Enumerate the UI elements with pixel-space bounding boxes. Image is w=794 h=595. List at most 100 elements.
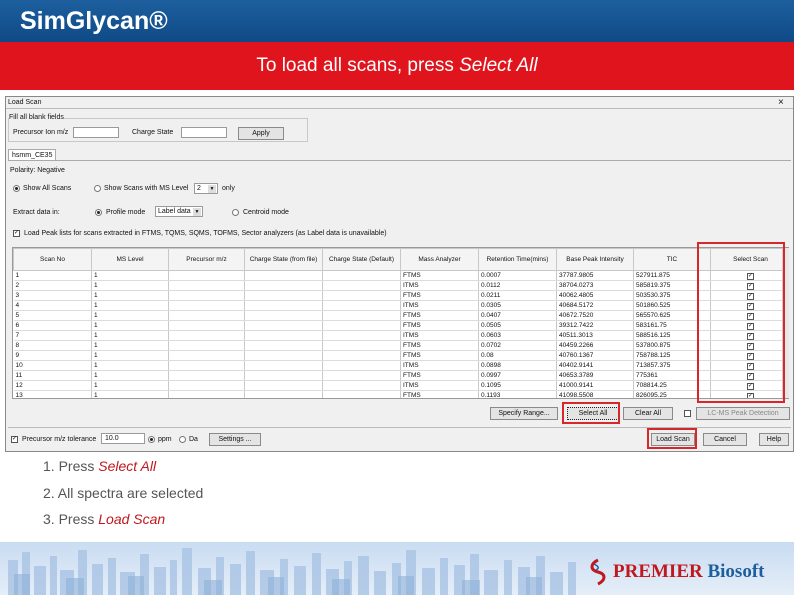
table-cell [244,320,323,331]
table-cell: 3 [13,290,92,301]
precursor-input[interactable] [73,127,119,138]
table-row[interactable]: 3 1 FTMS 0.0211 40062.4805 503530.375 ✓ [13,290,788,301]
lcms-button[interactable]: LC-MS Peak Detection [696,407,790,420]
chevron-down-icon: ▼ [193,208,201,216]
table-body: 1 1 FTMS 0.0007 37787.9805 527911.875 ✓ 2 1 ITMS 0… [13,270,788,398]
table-cell: 0.0211 [478,290,557,301]
table-cell: 1 [91,310,169,321]
table-cell: ITMS [400,330,479,341]
table-cell [244,330,323,341]
table-row[interactable]: 10 1 ITMS 0.0898 40402.9141 713857.375 ✓ [13,360,788,371]
specify-range-button[interactable]: Specify Range... [490,407,558,420]
settings-button[interactable]: Settings ... [209,433,261,446]
table-row[interactable]: 2 1 ITMS 0.0112 38704.0273 585819.375 ✓ [13,280,788,291]
lcms-checkbox[interactable] [684,410,691,417]
table-cell [168,390,245,398]
table-cell: 40672.7520 [556,310,634,321]
column-header[interactable]: MS Level [91,248,169,271]
table-cell [322,360,401,371]
ms-level-select[interactable]: 2 ▼ [194,183,218,194]
dialog-title: Load Scan [8,99,42,106]
load-scan-highlight [647,428,697,449]
table-cell: 1 [91,390,169,398]
table-cell: ITMS [400,280,479,291]
table-cell: 41000.9141 [556,380,634,391]
table-row[interactable]: 11 1 FTMS 0.0997 40653.3789 775361 ✓ [13,370,788,381]
clear-all-button[interactable]: Clear All [623,407,673,420]
table-cell: 40653.3789 [556,370,634,381]
table-cell [322,300,401,311]
precursor-tolerance-label: Precursor m/z tolerance [22,436,97,443]
table-cell: 1 [91,280,169,291]
table-cell [168,330,245,341]
table-cell: 8 [13,340,92,351]
centroid-mode-radio[interactable] [232,209,239,216]
table-cell [322,280,401,291]
table-cell: 1 [91,370,169,381]
table-cell: 40760.1367 [556,350,634,361]
step-3-text: 3. Press [43,511,99,527]
table-row[interactable]: 13 1 FTMS 0.1193 41098.5508 826095.25 ✓ [13,390,788,398]
show-all-label: Show All Scans [23,185,72,192]
table-row[interactable]: 12 1 ITMS 0.1095 41000.9141 708814.25 ✓ [13,380,788,391]
precursor-tolerance-checkbox[interactable]: ✓ [11,436,18,443]
column-header[interactable]: Precursor m/z [168,248,245,271]
column-header[interactable]: Mass Analyzer [400,248,479,271]
show-ms-level-radio[interactable] [94,185,101,192]
select-all-highlight [562,402,620,424]
column-header[interactable]: Charge State (Default) [322,248,401,271]
table-cell: 9 [13,350,92,361]
apply-button[interactable]: Apply [238,127,284,140]
table-cell [168,340,245,351]
chevron-down-icon: ▼ [208,185,216,193]
table-cell [244,350,323,361]
table-cell: 1 [91,320,169,331]
step-2: 2. All spectra are selected [43,485,203,512]
table-cell: 11 [13,370,92,381]
show-all-radio[interactable] [13,185,20,192]
load-peak-list-checkbox[interactable]: ✓ [13,230,20,237]
close-icon[interactable]: × [778,97,784,108]
table-row[interactable]: 7 1 ITMS 0.0603 40511.3013 588516.125 ✓ [13,330,788,341]
table-row[interactable]: 5 1 FTMS 0.0407 40672.7520 565570.625 ✓ [13,310,788,321]
table-cell: 1 [13,270,92,281]
table-cell [168,280,245,291]
table-row[interactable]: 4 1 ITMS 0.0305 40684.5172 501860.525 ✓ [13,300,788,311]
table-cell [244,310,323,321]
column-header[interactable]: Charge State (from file) [244,248,323,271]
table-cell: 1 [91,300,169,311]
ppm-radio[interactable] [148,436,155,443]
table-cell [244,390,323,398]
table-cell [322,290,401,301]
table-cell: 2 [13,280,92,291]
cancel-button[interactable]: Cancel [703,433,747,446]
table-cell: 38704.0273 [556,280,634,291]
table-cell [168,360,245,371]
table-cell: 0.0305 [478,300,557,311]
instruction-emphasis: Select All [459,55,538,76]
table-cell: 0.08 [478,350,557,361]
table-cell [244,380,323,391]
tab-divider [8,160,791,161]
charge-label: Charge State [132,129,174,136]
column-header[interactable]: Base Peak Intensity [556,248,634,271]
polarity-label: Polarity: Negative [10,167,65,174]
table-cell: FTMS [400,310,479,321]
table-row[interactable]: 1 1 FTMS 0.0007 37787.9805 527911.875 ✓ [13,270,788,281]
profile-mode-radio[interactable] [95,209,102,216]
table-row[interactable]: 8 1 FTMS 0.0702 40459.2266 537800.875 ✓ [13,340,788,351]
profile-data-select[interactable]: Label data ▼ [155,206,203,217]
column-header[interactable]: Scan No [13,248,92,271]
table-cell [322,310,401,321]
table-cell: 0.0898 [478,360,557,371]
tolerance-input[interactable]: 10.0 [101,433,145,444]
column-header[interactable]: Retention Time(mins) [478,248,557,271]
da-radio[interactable] [179,436,186,443]
table-row[interactable]: 6 1 FTMS 0.0505 39312.7422 583161.75 ✓ [13,320,788,331]
table-row[interactable]: 9 1 FTMS 0.08 40760.1367 758788.125 ✓ [13,350,788,361]
table-cell: FTMS [400,370,479,381]
charge-input[interactable] [181,127,227,138]
table-cell: 1 [91,340,169,351]
help-button[interactable]: Help [759,433,789,446]
table-cell: FTMS [400,320,479,331]
